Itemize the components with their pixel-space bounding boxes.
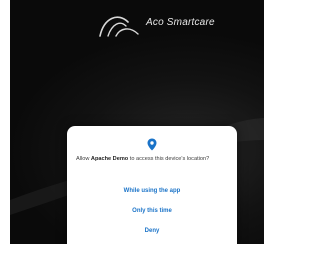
permission-prompt: Allow Apache Demo to access this device'… [76,156,230,163]
prompt-suffix: to access this device's location? [128,156,210,162]
brand-name: Aco Smartcare [146,16,215,28]
only-this-time-button[interactable]: Only this time [67,206,237,216]
location-permission-dialog: Allow Apache Demo to access this device'… [67,126,237,244]
prompt-prefix: Allow [76,156,91,162]
prompt-app-name: Apache Demo [90,156,129,162]
location-pin-icon [147,138,157,151]
app-screen: Aco Smartcare Allow Apache Demo to acces… [10,0,264,244]
deny-button[interactable]: Deny [67,226,237,236]
aco-curve-logo [99,16,139,37]
brand-header: Aco Smartcare [96,10,215,40]
while-using-app-button[interactable]: While using the app [67,186,237,196]
